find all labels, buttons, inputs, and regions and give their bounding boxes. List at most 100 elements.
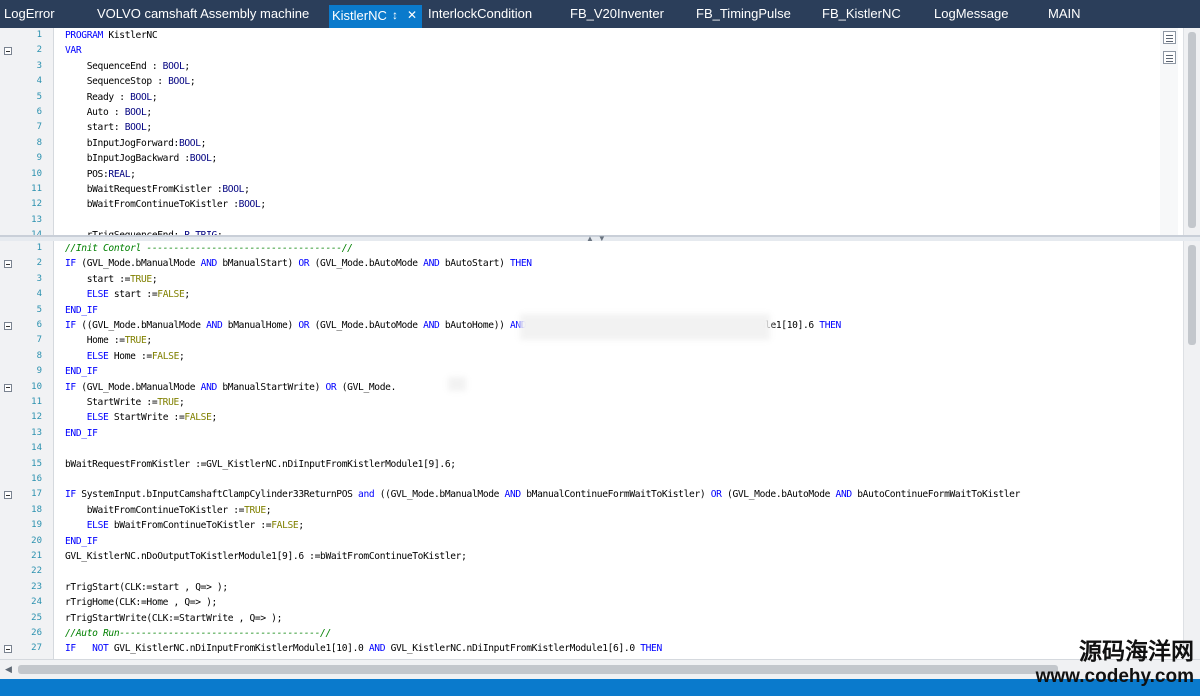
code-text: PROGRAM KistlerNC [65, 30, 158, 41]
implementation-editor[interactable]: 1 //Init Contorl ------------------------… [0, 241, 1200, 659]
tab-volvo-camshaft-assembly-machine[interactable]: VOLVO camshaft Assembly machine [97, 4, 309, 24]
code-text: Ready : BOOL; [65, 91, 158, 103]
line-number: 27 [31, 643, 42, 654]
collapse-toggle-icon[interactable] [4, 322, 12, 330]
code-line[interactable]: 3 start :=TRUE; [0, 272, 1180, 287]
implementation-code[interactable]: 1 //Init Contorl ------------------------… [0, 241, 1180, 659]
code-line[interactable]: 14 [0, 441, 1180, 456]
line-number: 9 [36, 366, 42, 377]
tab-fb-timingpulse[interactable]: FB_TimingPulse [696, 4, 791, 24]
code-line[interactable]: 23 rTrigStart(CLK:=start , Q=> ); [0, 580, 1180, 595]
code-line[interactable]: 4 SequenceStop : BOOL; [0, 74, 1180, 89]
code-line[interactable]: 24 rTrigHome(CLK:=Home , Q=> ); [0, 595, 1180, 610]
code-line[interactable]: 2 IF (GVL_Mode.bManualMode AND bManualSta… [0, 256, 1180, 271]
code-line[interactable]: 11 bWaitRequestFromKistler :BOOL; [0, 182, 1180, 197]
code-line[interactable]: 6 Auto : BOOL; [0, 105, 1180, 120]
code-text: //Init Contorl -------------------------… [65, 243, 353, 254]
tab-logerror[interactable]: LogError [4, 4, 55, 24]
line-number: 26 [31, 628, 42, 638]
code-line[interactable]: 9 bInputJogBackward :BOOL; [0, 151, 1180, 166]
code-line[interactable]: 15 bWaitRequestFromKistler :=GVL_KistlerN… [0, 457, 1180, 472]
code-line[interactable]: 2 VAR [0, 43, 1180, 58]
code-line[interactable]: 21 GVL_KistlerNC.nDoOutputToKistlerModule… [0, 549, 1180, 564]
tabular-view-icon[interactable] [1163, 51, 1176, 64]
code-line[interactable]: 26 //Auto Run----------------------------… [0, 626, 1180, 641]
code-line[interactable]: 1 //Init Contorl ------------------------… [0, 241, 1180, 256]
line-number: 5 [36, 304, 42, 315]
collapse-toggle-icon[interactable] [4, 260, 12, 269]
tab-fb-kistlernc[interactable]: FB_KistlerNC [822, 4, 901, 24]
code-line[interactable]: 10 POS:REAL; [0, 167, 1180, 182]
declaration-scroll-thumb[interactable] [1188, 32, 1196, 228]
code-line[interactable]: 20 END_IF [0, 534, 1180, 549]
line-number: 13 [31, 214, 42, 225]
collapse-toggle-icon[interactable] [4, 383, 12, 392]
line-number: 13 [31, 427, 42, 438]
collapse-toggle-icon[interactable] [4, 47, 12, 56]
line-number: 16 [31, 474, 42, 484]
close-icon[interactable]: ✕ [407, 5, 417, 26]
line-number: 5 [36, 91, 42, 102]
line-number: 15 [31, 458, 42, 469]
code-text: IF (GVL_Mode.bManualMode AND bManualStar… [65, 258, 532, 270]
declaration-editor[interactable]: 1 PROGRAM KistlerNC 2 VAR 3 SequenceEnd : BO… [0, 28, 1200, 236]
code-line[interactable]: 5 Ready : BOOL; [0, 90, 1180, 105]
line-number: 10 [31, 168, 42, 179]
pin-icon[interactable]: ↕ [392, 5, 398, 26]
line-number: 8 [36, 137, 42, 148]
code-text: ELSE bWaitFromContinueToKistler :=FALSE; [86, 520, 304, 532]
code-text: //Auto Run------------------------------… [65, 628, 331, 639]
horizontal-scroll-thumb[interactable] [18, 665, 1058, 674]
declaration-scrollbar[interactable] [1183, 28, 1200, 235]
textual-view-icon[interactable] [1163, 31, 1176, 44]
collapse-toggle-icon[interactable] [4, 491, 12, 500]
tab-interlockcondition[interactable]: InterlockCondition [428, 4, 532, 24]
scroll-left-icon[interactable]: ◀ [5, 664, 12, 675]
line-number: 9 [36, 153, 42, 164]
code-line[interactable]: 27 IF NOT GVL_KistlerNC.nDiInputFromKistl… [0, 641, 1180, 656]
code-line[interactable]: 8 bInputJogForward:BOOL; [0, 136, 1180, 151]
code-line[interactable]: 8 ELSE Home :=FALSE; [0, 349, 1180, 364]
code-line[interactable]: 1 PROGRAM KistlerNC [0, 28, 1180, 43]
code-line[interactable]: 10 IF (GVL_Mode.bManualMode AND bManualSt… [0, 380, 1180, 395]
code-line[interactable]: 12 bWaitFromContinueToKistler :BOOL; [0, 197, 1180, 212]
code-text: SequenceStop : BOOL; [65, 76, 196, 88]
tab-main[interactable]: MAIN [1048, 4, 1081, 24]
code-line[interactable]: 13 END_IF [0, 426, 1180, 441]
line-number: 21 [31, 551, 42, 561]
code-line[interactable]: 16 [0, 472, 1180, 487]
code-line[interactable]: 11 StartWrite :=TRUE; [0, 395, 1180, 410]
line-number: 22 [31, 566, 42, 577]
code-text: END_IF [65, 535, 98, 547]
tab-kistlernc-label: KistlerNC [332, 8, 387, 23]
tab-kistlernc[interactable]: KistlerNC ↕ ✕ [329, 5, 422, 28]
tab-fb-v20inventer[interactable]: FB_V20Inventer [570, 4, 664, 24]
implementation-scroll-thumb[interactable] [1188, 245, 1196, 345]
code-text: IF SystemInput.bInputCamshaftClampCylind… [65, 489, 1021, 501]
code-text: bInputJogBackward :BOOL; [65, 153, 218, 165]
code-line[interactable]: 19 ELSE bWaitFromContinueToKistler :=FAL… [0, 518, 1180, 533]
code-line[interactable]: 9 END_IF [0, 364, 1180, 379]
redacted-region [520, 314, 770, 340]
code-line[interactable]: 17 IF SystemInput.bInputCamshaftClampCyli… [0, 487, 1180, 502]
code-text: rTrigSequenceEnd: R_TRIG; [65, 230, 223, 236]
code-line[interactable]: 7 start: BOOL; [0, 120, 1180, 135]
implementation-scrollbar[interactable] [1183, 241, 1200, 659]
code-line[interactable]: 18 bWaitFromContinueToKistler :=TRUE; [0, 503, 1180, 518]
tab-logmessage[interactable]: LogMessage [934, 4, 1008, 24]
code-line[interactable]: 13 [0, 213, 1180, 228]
code-line[interactable]: 12 ELSE StartWrite :=FALSE; [0, 410, 1180, 425]
editor-tab-strip: LogError VOLVO camshaft Assembly machine… [0, 0, 1200, 28]
declaration-code[interactable]: 1 PROGRAM KistlerNC 2 VAR 3 SequenceEnd : BO… [0, 28, 1180, 235]
line-number: 14 [31, 230, 42, 236]
line-number: 1 [36, 243, 42, 253]
code-line[interactable]: 3 SequenceEnd : BOOL; [0, 59, 1180, 74]
code-line[interactable]: 22 [0, 564, 1180, 579]
code-text: ELSE Home :=FALSE; [86, 350, 185, 362]
line-number: 12 [31, 412, 42, 423]
code-line[interactable]: 25 rTrigStartWrite(CLK:=StartWrite , Q=> … [0, 611, 1180, 626]
code-line[interactable]: 4 ELSE start :=FALSE; [0, 287, 1180, 302]
line-number: 14 [31, 443, 42, 454]
collapse-toggle-icon[interactable] [4, 645, 12, 654]
code-text: StartWrite :=TRUE; [65, 397, 185, 408]
